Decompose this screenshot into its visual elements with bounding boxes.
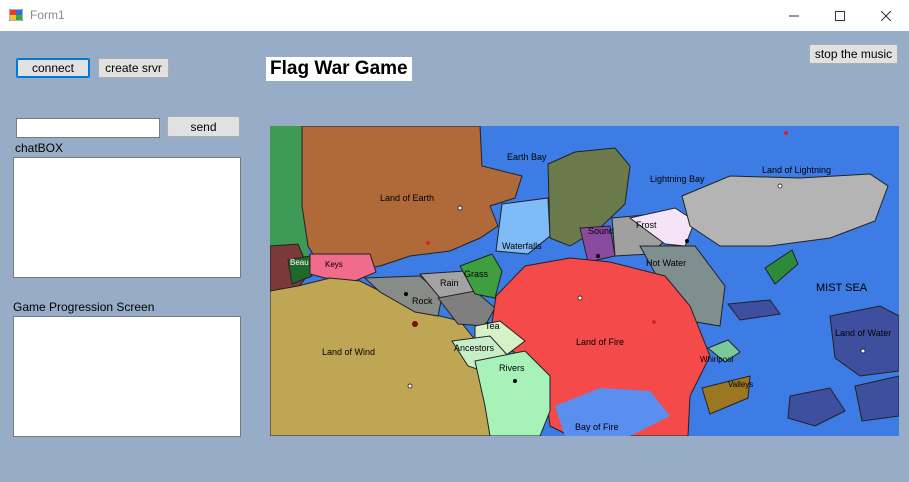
map-label-rock: Rock xyxy=(412,296,433,306)
chat-input[interactable] xyxy=(16,118,160,138)
minimize-icon xyxy=(789,15,799,16)
game-progression-label: Game Progression Screen xyxy=(13,300,155,314)
map-label-land-of-lightning: Land of Lightning xyxy=(762,165,831,175)
title-bar: Form1 xyxy=(0,0,909,31)
map-label-hot-water: Hot Water xyxy=(646,258,686,268)
map-label-land-of-water: Land of Water xyxy=(835,328,891,338)
city-marker xyxy=(404,292,408,296)
app-icon xyxy=(9,9,23,21)
map-label-rain: Rain xyxy=(440,278,459,288)
city-marker xyxy=(407,383,413,389)
map-label-land-of-earth: Land of Earth xyxy=(380,193,434,203)
city-marker xyxy=(685,239,689,243)
map-label-sound: Sound xyxy=(588,226,614,236)
map-label-ancestors: Ancestors xyxy=(454,343,495,353)
world-map[interactable]: Earth Bay Land of Earth Lightning Bay La… xyxy=(270,126,899,436)
send-button[interactable]: send xyxy=(167,116,240,137)
map-label-mist-sea: MIST SEA xyxy=(816,282,868,294)
map-label-valleys: Valleys xyxy=(728,380,753,389)
map-label-grass: Grass xyxy=(464,269,489,279)
city-marker xyxy=(596,254,600,258)
city-marker xyxy=(860,348,866,354)
map-label-beau: Beau xyxy=(290,258,309,267)
map-label-tea: Tea xyxy=(485,321,500,331)
city-marker xyxy=(513,379,517,383)
map-label-bay-of-fire: Bay of Fire xyxy=(575,422,619,432)
chatbox-label: chatBOX xyxy=(15,141,64,155)
map-label-lightning-bay: Lightning Bay xyxy=(650,174,705,184)
city-marker xyxy=(777,183,783,189)
maximize-button[interactable] xyxy=(817,0,863,31)
game-progression-log[interactable] xyxy=(13,316,241,437)
game-title: Flag War Game xyxy=(266,57,412,81)
map-label-keys: Keys xyxy=(325,260,343,269)
app-window: Form1 connect create srvr Flag War Game … xyxy=(0,0,909,482)
minimize-button[interactable] xyxy=(771,0,817,31)
map-label-whirlpool: Whirlpool xyxy=(700,355,734,364)
city-marker xyxy=(577,295,583,301)
window-title: Form1 xyxy=(30,8,65,22)
close-button[interactable] xyxy=(863,0,909,31)
map-label-land-of-wind: Land of Wind xyxy=(322,347,375,357)
map-label-land-of-fire: Land of Fire xyxy=(576,337,624,347)
map-label-rivers: Rivers xyxy=(499,363,525,373)
form-client-area: connect create srvr Flag War Game stop t… xyxy=(0,31,909,482)
close-icon xyxy=(881,10,891,21)
map-marker xyxy=(426,241,430,245)
map-marker xyxy=(784,131,788,135)
map-label-earth-bay: Earth Bay xyxy=(507,152,547,162)
map-marker xyxy=(412,321,418,327)
maximize-icon xyxy=(835,10,845,21)
map-label-frost: Frost xyxy=(636,220,657,230)
chat-log[interactable] xyxy=(13,157,241,278)
city-marker xyxy=(457,205,463,211)
create-server-button[interactable]: create srvr xyxy=(98,58,169,78)
connect-button[interactable]: connect xyxy=(16,58,90,78)
map-label-waterfalls: Waterfalls xyxy=(502,241,542,251)
stop-music-button[interactable]: stop the music xyxy=(809,44,898,64)
map-marker xyxy=(652,320,656,324)
